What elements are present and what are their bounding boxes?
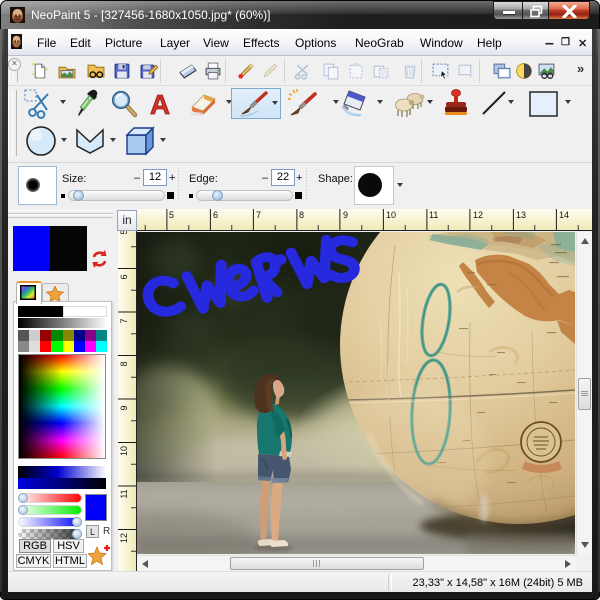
svg-text:A: A: [150, 89, 170, 119]
